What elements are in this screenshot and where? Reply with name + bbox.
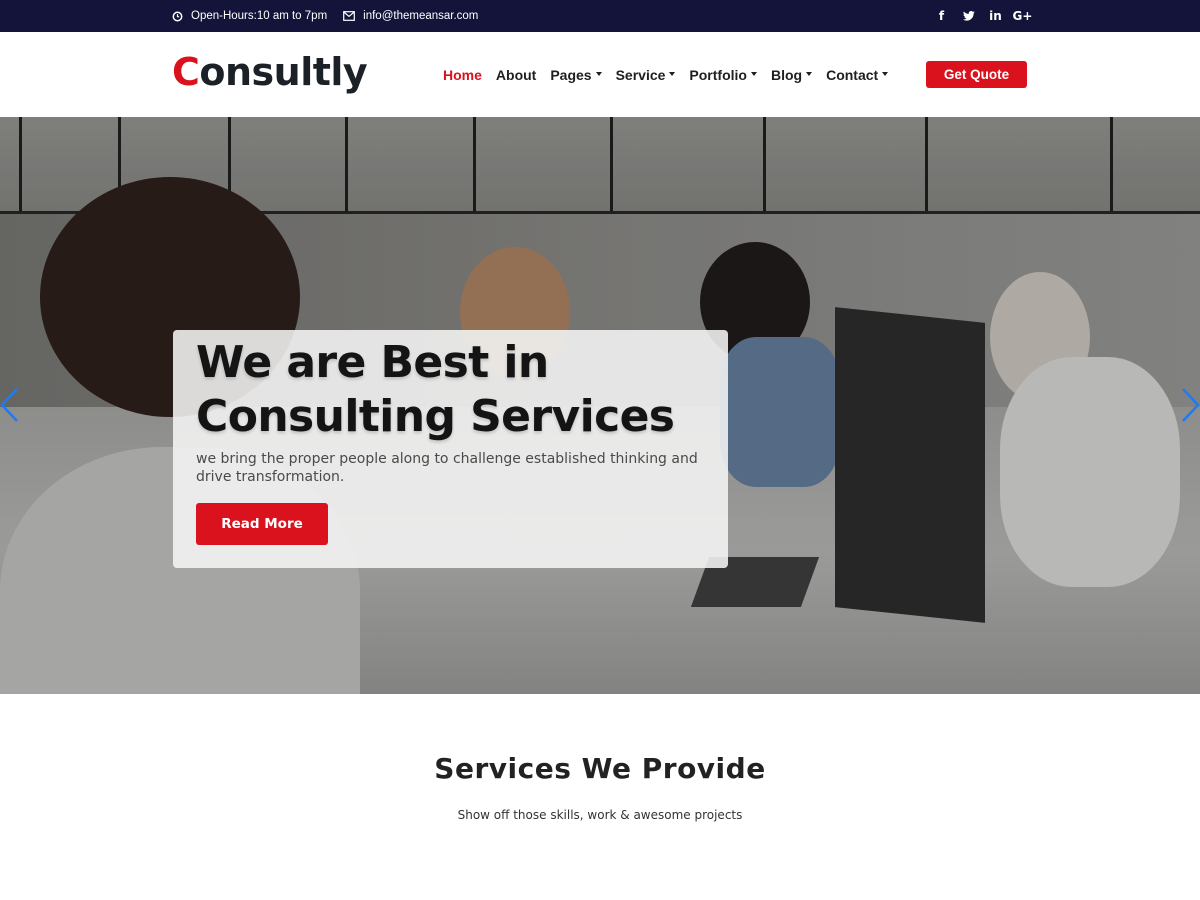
- facebook-icon[interactable]: f: [928, 0, 955, 32]
- nav-home-label: Home: [443, 66, 482, 83]
- top-info-bar: Open-Hours:10 am to 7pm info@themeansar.…: [0, 0, 1200, 32]
- hero-slider: We are Best in Consulting Services we br…: [0, 117, 1200, 694]
- nav-blog[interactable]: Blog: [770, 66, 813, 83]
- get-quote-button[interactable]: Get Quote: [926, 61, 1027, 88]
- clock-icon: [172, 11, 183, 21]
- nav-about[interactable]: About: [496, 67, 536, 83]
- hero-subtitle: we bring the proper people along to chal…: [196, 451, 698, 485]
- caret-down-icon: [595, 71, 602, 76]
- main-nav: Home About Pages Service Portfolio Blog …: [436, 32, 895, 117]
- nav-home[interactable]: Home: [443, 67, 482, 83]
- caret-down-icon: [882, 71, 889, 76]
- google-plus-icon[interactable]: G+: [1009, 0, 1036, 32]
- read-more-button[interactable]: Read More: [196, 503, 328, 545]
- email-link[interactable]: info@themeansar.com: [363, 10, 478, 22]
- logo-text: onsultly: [199, 50, 368, 94]
- social-links: f in G+: [928, 0, 1036, 32]
- caret-down-icon: [806, 71, 813, 76]
- nav-portfolio[interactable]: Portfolio: [689, 67, 757, 83]
- logo[interactable]: Consultly: [172, 50, 368, 94]
- logo-initial: C: [172, 50, 200, 94]
- nav-contact[interactable]: Contact: [826, 66, 889, 83]
- services-subtitle: Show off those skills, work & awesome pr…: [457, 808, 743, 822]
- twitter-icon[interactable]: [955, 0, 982, 32]
- nav-pages[interactable]: Pages: [550, 66, 602, 83]
- caret-down-icon: [750, 71, 757, 76]
- linkedin-icon[interactable]: in: [982, 0, 1009, 32]
- hero-caption-card: We are Best in Consulting Services we br…: [173, 330, 728, 568]
- hero-title: We are Best in Consulting Services: [196, 336, 675, 444]
- services-title: Services We Provide: [434, 752, 766, 785]
- chevron-left-icon[interactable]: [0, 387, 22, 423]
- hero-title-line-1: We are Best in: [196, 337, 549, 388]
- nav-service[interactable]: Service: [616, 67, 676, 83]
- nav-pages-label: Pages: [550, 66, 592, 83]
- chevron-right-icon[interactable]: [1178, 387, 1200, 423]
- nav-contact-label: Contact: [826, 66, 879, 83]
- caret-down-icon: [669, 71, 676, 76]
- site-header: Consultly Home About Pages Service Portf…: [0, 32, 1200, 117]
- nav-portfolio-label: Portfolio: [689, 66, 747, 83]
- hero-title-line-2: Consulting Services: [196, 391, 675, 442]
- nav-blog-label: Blog: [770, 66, 803, 83]
- contact-info: Open-Hours:10 am to 7pm info@themeansar.…: [172, 0, 494, 32]
- envelope-icon: [343, 11, 356, 21]
- opening-hours: Open-Hours:10 am to 7pm: [172, 10, 327, 22]
- opening-hours-text: Open-Hours:10 am to 7pm: [191, 10, 328, 22]
- nav-about-label: About: [495, 66, 537, 83]
- nav-service-label: Service: [615, 66, 666, 83]
- email-info[interactable]: info@themeansar.com: [343, 10, 478, 22]
